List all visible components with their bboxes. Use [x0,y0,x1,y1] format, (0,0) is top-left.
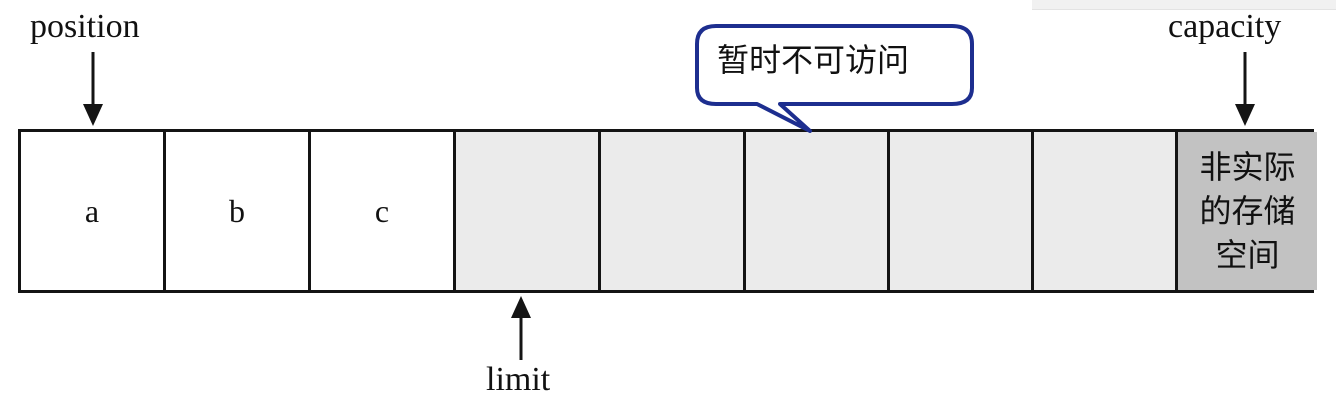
callout-text: 暂时不可访问 [717,41,910,79]
diagram-overlay [83,24,1255,360]
position-arrow [83,52,103,126]
limit-arrow [511,296,531,360]
capacity-arrow [1235,52,1255,126]
buffer-diagram: position capacity limit abc非实际的存储空间 暂 [0,0,1336,419]
